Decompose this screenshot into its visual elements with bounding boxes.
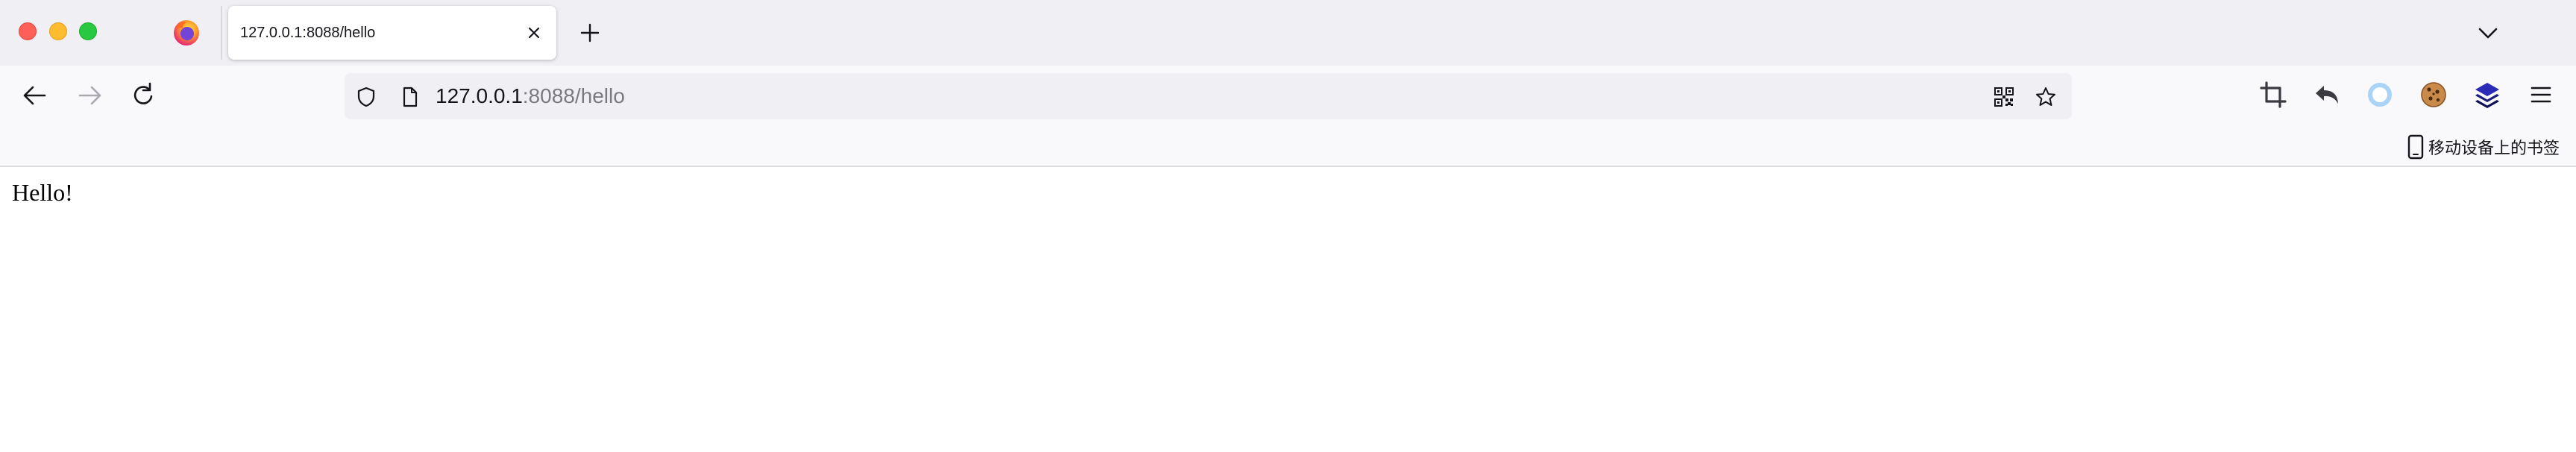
url-host: 127.0.0.1 <box>436 84 523 107</box>
undo-arrow-icon[interactable] <box>2311 79 2343 110</box>
tab-separator <box>221 6 222 60</box>
mobile-bookmarks-label: 移动设备上的书签 <box>2428 139 2560 158</box>
forward-arrow-icon[interactable] <box>75 81 104 110</box>
mobile-device-icon <box>2406 134 2425 160</box>
url-text[interactable]: 127.0.0.1:8088/hello <box>436 73 625 119</box>
tab-title: 127.0.0.1:8088/hello <box>240 25 376 41</box>
hamburger-menu-icon[interactable] <box>2525 79 2557 110</box>
back-arrow-icon[interactable] <box>20 81 50 110</box>
crop-icon[interactable] <box>2258 79 2289 110</box>
page-body-text: Hello! <box>12 179 73 206</box>
qr-code-icon[interactable] <box>1993 86 2015 108</box>
ring-extension-icon[interactable] <box>2364 79 2396 110</box>
layers-icon[interactable] <box>2472 79 2503 110</box>
window-close-button[interactable] <box>19 22 37 40</box>
star-icon[interactable] <box>2035 86 2057 108</box>
tab-active[interactable]: 127.0.0.1:8088/hello <box>228 6 556 60</box>
new-tab-plus-icon[interactable] <box>579 16 601 49</box>
window-minimize-button[interactable] <box>49 22 67 40</box>
firefox-icon[interactable] <box>172 18 201 48</box>
url-bar[interactable]: 127.0.0.1:8088/hello <box>345 73 2072 119</box>
shield-icon[interactable] <box>355 86 377 108</box>
url-path: :8088/hello <box>522 84 625 107</box>
tab-strip: 127.0.0.1:8088/hello <box>0 0 2576 66</box>
window-maximize-button[interactable] <box>79 22 97 40</box>
mobile-bookmarks-item[interactable]: 移动设备上的书签 <box>2406 133 2560 161</box>
cookie-icon[interactable] <box>2418 79 2449 110</box>
reload-icon[interactable] <box>128 81 158 110</box>
page-icon[interactable] <box>398 86 421 108</box>
bookmarks-toolbar: 移动设备上的书签 <box>0 127 2576 167</box>
close-icon[interactable] <box>524 22 544 43</box>
chevron-down-icon[interactable] <box>2475 19 2501 46</box>
page-content: Hello! <box>0 167 2576 452</box>
navigation-toolbar: 127.0.0.1:8088/hello <box>0 66 2576 127</box>
